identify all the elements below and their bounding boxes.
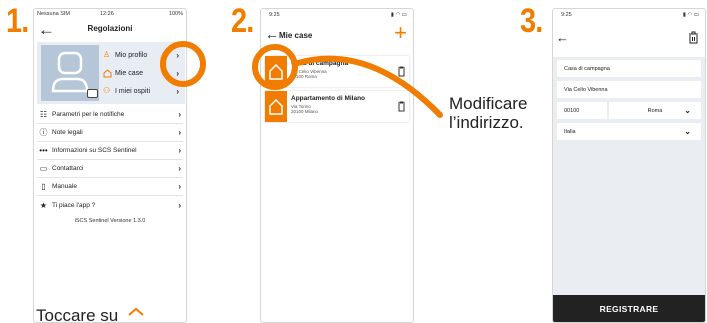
star-icon: ★ bbox=[39, 200, 48, 210]
status-time: 9:25 bbox=[269, 12, 280, 18]
house-icon bbox=[103, 69, 112, 78]
person-icon: ♙ bbox=[103, 50, 111, 59]
status-bar: 9:25 ▮ ◠ ▭ bbox=[261, 9, 413, 19]
city-select[interactable]: Roma ⌄ bbox=[609, 102, 701, 119]
settings-row-label: Informazioni su SCS Sentinel bbox=[52, 147, 137, 154]
settings-row-notifications[interactable]: ☷ Parametri per le notifiche › bbox=[37, 106, 183, 124]
chevron-right-icon: › bbox=[178, 200, 181, 210]
settings-row-label: Contattarci bbox=[52, 165, 84, 172]
guests-icon: ⚇ bbox=[103, 86, 111, 95]
street-field[interactable]: Via Celio Vibenna bbox=[557, 81, 701, 98]
street-value: Via Celio Vibenna bbox=[564, 86, 608, 93]
callout-line: l’indirizzo. bbox=[449, 113, 524, 132]
menu-item-guests[interactable]: ⚇ I miei ospiti › bbox=[103, 84, 179, 98]
status-carrier: Nessuna SIM bbox=[37, 11, 71, 17]
city-value: Roma bbox=[647, 107, 663, 114]
chevron-right-icon: › bbox=[176, 86, 179, 96]
menu-item-label: Mie case bbox=[115, 69, 144, 77]
header: ← bbox=[553, 19, 705, 57]
trash-icon[interactable] bbox=[688, 31, 699, 49]
status-battery: 100% bbox=[168, 11, 183, 17]
document-icon: ▯ bbox=[41, 182, 46, 191]
dots-icon: ••• bbox=[39, 146, 48, 155]
highlight-circle-houses bbox=[160, 41, 206, 87]
status-time: 9:25 bbox=[561, 12, 572, 18]
step-number-1: 1. bbox=[6, 2, 29, 40]
sliders-icon: ☷ bbox=[39, 110, 48, 119]
country-value: Italia bbox=[564, 128, 576, 135]
settings-row-label: Note legali bbox=[52, 129, 83, 136]
status-icons: ▮ ◠ ▭ bbox=[682, 12, 699, 18]
menu-item-label: Mio profilo bbox=[115, 51, 148, 59]
menu-item-label: I miei ospiti bbox=[115, 87, 151, 95]
info-icon: ⓘ bbox=[39, 128, 48, 137]
house-name-field[interactable]: Casa di campagna bbox=[557, 60, 701, 77]
callout-text: Modificare l’indirizzo. bbox=[449, 94, 527, 132]
caption-text: Toccare su bbox=[36, 306, 119, 323]
callout-line: Modificare bbox=[449, 94, 528, 113]
settings-row-contact[interactable]: ▭ Contattarci › bbox=[37, 160, 183, 178]
status-bar: Nessuna SIM 12:26 100% bbox=[34, 9, 186, 19]
settings-row-label: Parametri per le notifiche bbox=[52, 111, 125, 118]
submit-button[interactable]: REGISTRARE bbox=[553, 295, 705, 322]
status-icons: ▮ ◠ ▭ bbox=[390, 12, 407, 18]
back-arrow-icon[interactable]: ← bbox=[556, 31, 569, 44]
status-time: 12:26 bbox=[100, 11, 114, 17]
chevron-right-icon: › bbox=[178, 146, 181, 155]
version-label: iSCS Sentinel Versione 1.3.0 bbox=[74, 218, 146, 224]
page-title: Regolazioni bbox=[87, 24, 133, 33]
edit-house-screen: 9:25 ▮ ◠ ▭ ← Casa di campagna Via Celio … bbox=[552, 8, 706, 323]
chevron-right-icon: › bbox=[178, 110, 181, 119]
settings-row-manual[interactable]: ▯ Manuale › bbox=[37, 178, 183, 196]
house-icon bbox=[128, 307, 144, 316]
highlight-circle-house bbox=[252, 44, 298, 90]
settings-row-label: Ti piace l'app ? bbox=[52, 201, 96, 209]
step-number-3: 3. bbox=[520, 2, 543, 40]
settings-row-label: Manuale bbox=[52, 183, 77, 190]
house-name-value: Casa di campagna bbox=[564, 65, 610, 72]
settings-row-legal[interactable]: ⓘ Note legali › bbox=[37, 124, 183, 142]
zip-value: 00100 bbox=[564, 107, 580, 114]
zip-field[interactable]: 00100 bbox=[557, 102, 607, 119]
chevron-right-icon: › bbox=[178, 182, 181, 191]
chevron-right-icon: › bbox=[178, 164, 181, 173]
country-select[interactable]: Italia ⌄ bbox=[557, 123, 701, 140]
chevron-down-icon: ⌄ bbox=[684, 127, 691, 136]
settings-row-about[interactable]: ••• Informazioni su SCS Sentinel › bbox=[37, 142, 183, 160]
settings-row-rate[interactable]: ★ Ti piace l'app ? › bbox=[37, 196, 183, 214]
chevron-right-icon: › bbox=[178, 128, 181, 137]
chat-icon: ▭ bbox=[39, 164, 48, 173]
chevron-down-icon: ⌄ bbox=[684, 106, 691, 115]
header: ← Regolazioni bbox=[34, 19, 186, 41]
camera-icon[interactable] bbox=[87, 89, 98, 98]
bottom-caption: Toccare su bbox=[36, 306, 145, 323]
